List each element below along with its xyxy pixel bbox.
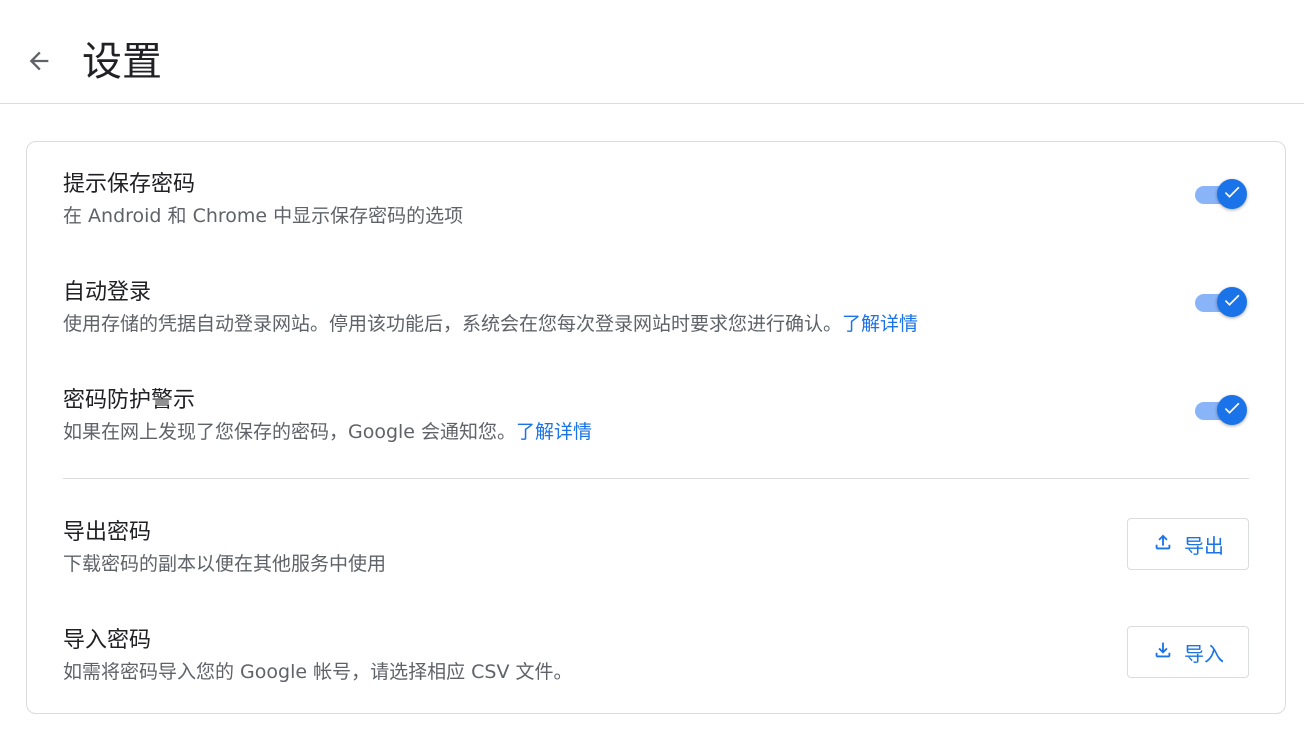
export-button[interactable]: 导出 [1127,518,1249,570]
back-button[interactable] [20,44,58,82]
auto-signin-title: 自动登录 [63,280,152,305]
auto-signin-learn-more-link[interactable]: 了解详情 [842,313,918,335]
toggle-knob [1217,395,1247,425]
export-passwords-setting: 导出密码 下载密码的副本以便在其他服务中使用 导出 [63,518,1249,578]
leak-alert-description: 如果在网上发现了您保存的密码，Google 会通知您。 [63,421,517,443]
import-button-label: 导入 [1184,641,1224,666]
offer-save-description: 在 Android 和 Chrome 中显示保存密码的选项 [63,205,464,227]
offer-save-title: 提示保存密码 [63,172,196,197]
leak-alert-setting: 密码防护警示 如果在网上发现了您保存的密码，Google 会通知您。了解详情 [63,386,1249,446]
offer-save-toggle[interactable] [1193,177,1249,209]
leak-alert-description-line: 如果在网上发现了您保存的密码，Google 会通知您。了解详情 [63,418,1249,446]
auto-signin-setting: 自动登录 使用存储的凭据自动登录网站。停用该功能后，系统会在您每次登录网站时要求… [63,278,1249,338]
page-title: 设置 [82,39,162,85]
checkmark-icon [1222,398,1242,422]
password-settings-card: 提示保存密码 在 Android 和 Chrome 中显示保存密码的选项 自动登… [26,141,1286,714]
arrow-left-icon [25,47,53,79]
toggle-knob [1217,287,1247,317]
leak-alert-title: 密码防护警示 [63,388,196,413]
import-passwords-setting: 导入密码 如需将密码导入您的 Google 帐号，请选择相应 CSV 文件。 导… [63,626,1249,686]
upload-icon [1152,531,1174,557]
leak-alert-learn-more-link[interactable]: 了解详情 [516,421,592,443]
auto-signin-description-line: 使用存储的凭据自动登录网站。停用该功能后，系统会在您每次登录网站时要求您进行确认… [63,310,1249,338]
export-description: 下载密码的副本以便在其他服务中使用 [63,553,387,575]
export-title: 导出密码 [63,520,152,545]
checkmark-icon [1222,182,1242,206]
import-description: 如需将密码导入您的 Google 帐号，请选择相应 CSV 文件。 [63,661,573,683]
toggle-knob [1217,179,1247,209]
download-icon [1152,639,1174,665]
auto-signin-toggle[interactable] [1193,285,1249,317]
checkmark-icon [1222,290,1242,314]
export-button-label: 导出 [1184,533,1224,558]
section-divider [63,478,1249,479]
auto-signin-description: 使用存储的凭据自动登录网站。停用该功能后，系统会在您每次登录网站时要求您进行确认… [63,313,843,335]
page-header: 设置 [0,0,1304,104]
import-button[interactable]: 导入 [1127,626,1249,678]
leak-alert-toggle[interactable] [1193,393,1249,425]
offer-save-setting: 提示保存密码 在 Android 和 Chrome 中显示保存密码的选项 [63,170,1249,230]
import-title: 导入密码 [63,628,152,653]
